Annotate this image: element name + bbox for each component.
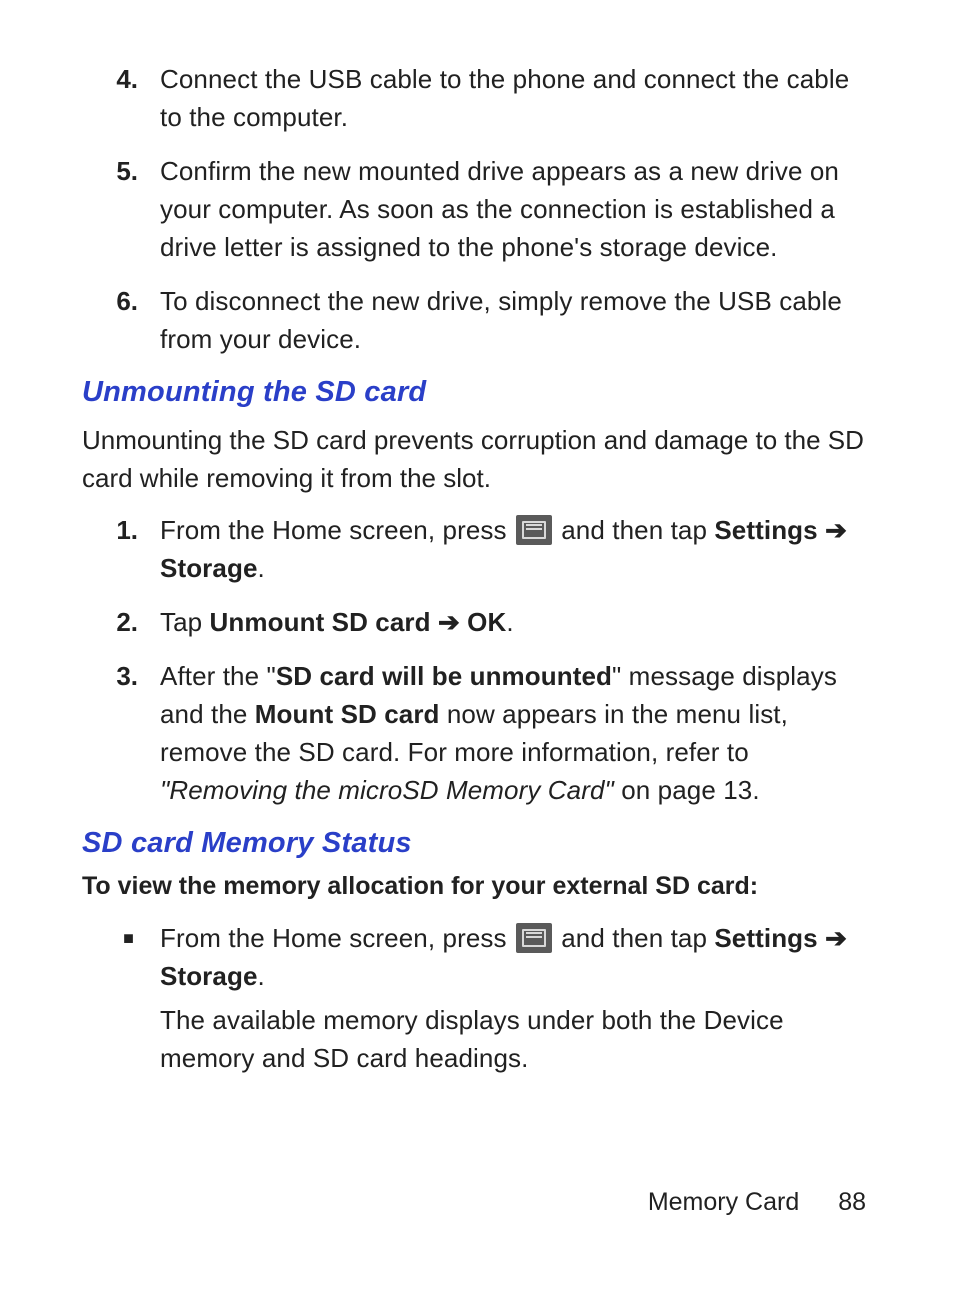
footer-section: Memory Card (648, 1188, 799, 1216)
storage-label: Storage (160, 553, 258, 583)
settings-label: Settings (714, 923, 817, 953)
step-5: 5. Confirm the new mounted drive appears… (102, 152, 872, 266)
text-run: and then tap (561, 515, 714, 545)
text-run: The available memory displays under both… (160, 1005, 784, 1073)
text-run: . (258, 553, 265, 583)
arrow-icon: ➔ (825, 515, 847, 545)
unmount-steps-list: 1. From the Home screen, press and then … (102, 511, 872, 809)
bullet-step: ■ From the Home screen, press and then t… (102, 919, 872, 1077)
lead-line: To view the memory allocation for your e… (82, 872, 872, 901)
step-6: 6. To disconnect the new drive, simply r… (102, 282, 872, 358)
step-text: To disconnect the new drive, simply remo… (160, 282, 872, 358)
cross-reference: "Removing the microSD Memory Card" (160, 775, 614, 805)
step-text: Connect the USB cable to the phone and c… (160, 60, 872, 136)
mount-label: Mount SD card (255, 699, 440, 729)
memory-status-list: ■ From the Home screen, press and then t… (102, 919, 872, 1077)
text-run: After the " (160, 661, 276, 691)
ok-label: OK (467, 607, 506, 637)
text-run: . (506, 607, 513, 637)
text-run: . (258, 961, 265, 991)
bullet-text: From the Home screen, press and then tap… (160, 919, 872, 1077)
message-label: SD card will be unmounted (276, 661, 612, 691)
unmount-step-1: 1. From the Home screen, press and then … (102, 511, 872, 587)
step-number: 2. (102, 603, 160, 641)
unmount-label: Unmount SD card (210, 607, 431, 637)
step-number: 6. (102, 282, 160, 358)
step-4: 4. Connect the USB cable to the phone an… (102, 60, 872, 136)
square-bullet-icon: ■ (102, 919, 160, 1077)
text-run: From the Home screen, press (160, 923, 514, 953)
footer-page-number: 88 (838, 1188, 866, 1217)
step-number: 5. (102, 152, 160, 266)
storage-label: Storage (160, 961, 258, 991)
step-number: 1. (102, 511, 160, 587)
intro-paragraph: Unmounting the SD card prevents corrupti… (82, 421, 872, 497)
step-text: Confirm the new mounted drive appears as… (160, 152, 872, 266)
text-run: From the Home screen, press (160, 515, 514, 545)
page-footer: Memory Card 88 (648, 1188, 866, 1217)
continued-steps-list: 4. Connect the USB cable to the phone an… (102, 60, 872, 358)
text-run: and then tap (561, 923, 714, 953)
heading-memory-status: SD card Memory Status (82, 827, 872, 860)
manual-page: 4. Connect the USB cable to the phone an… (0, 0, 954, 1295)
step-text: Tap Unmount SD card ➔ OK. (160, 603, 872, 641)
menu-icon (516, 923, 552, 953)
unmount-step-3: 3. After the "SD card will be unmounted"… (102, 657, 872, 809)
arrow-icon: ➔ (438, 607, 467, 637)
step-text: After the "SD card will be unmounted" me… (160, 657, 872, 809)
step-text: From the Home screen, press and then tap… (160, 511, 872, 587)
step-number: 4. (102, 60, 160, 136)
unmount-step-2: 2. Tap Unmount SD card ➔ OK. (102, 603, 872, 641)
text-run: on page 13. (614, 775, 760, 805)
menu-icon (516, 515, 552, 545)
settings-label: Settings (714, 515, 817, 545)
arrow-icon: ➔ (825, 923, 847, 953)
step-number: 3. (102, 657, 160, 809)
text-run: Tap (160, 607, 210, 637)
heading-unmounting: Unmounting the SD card (82, 376, 872, 409)
